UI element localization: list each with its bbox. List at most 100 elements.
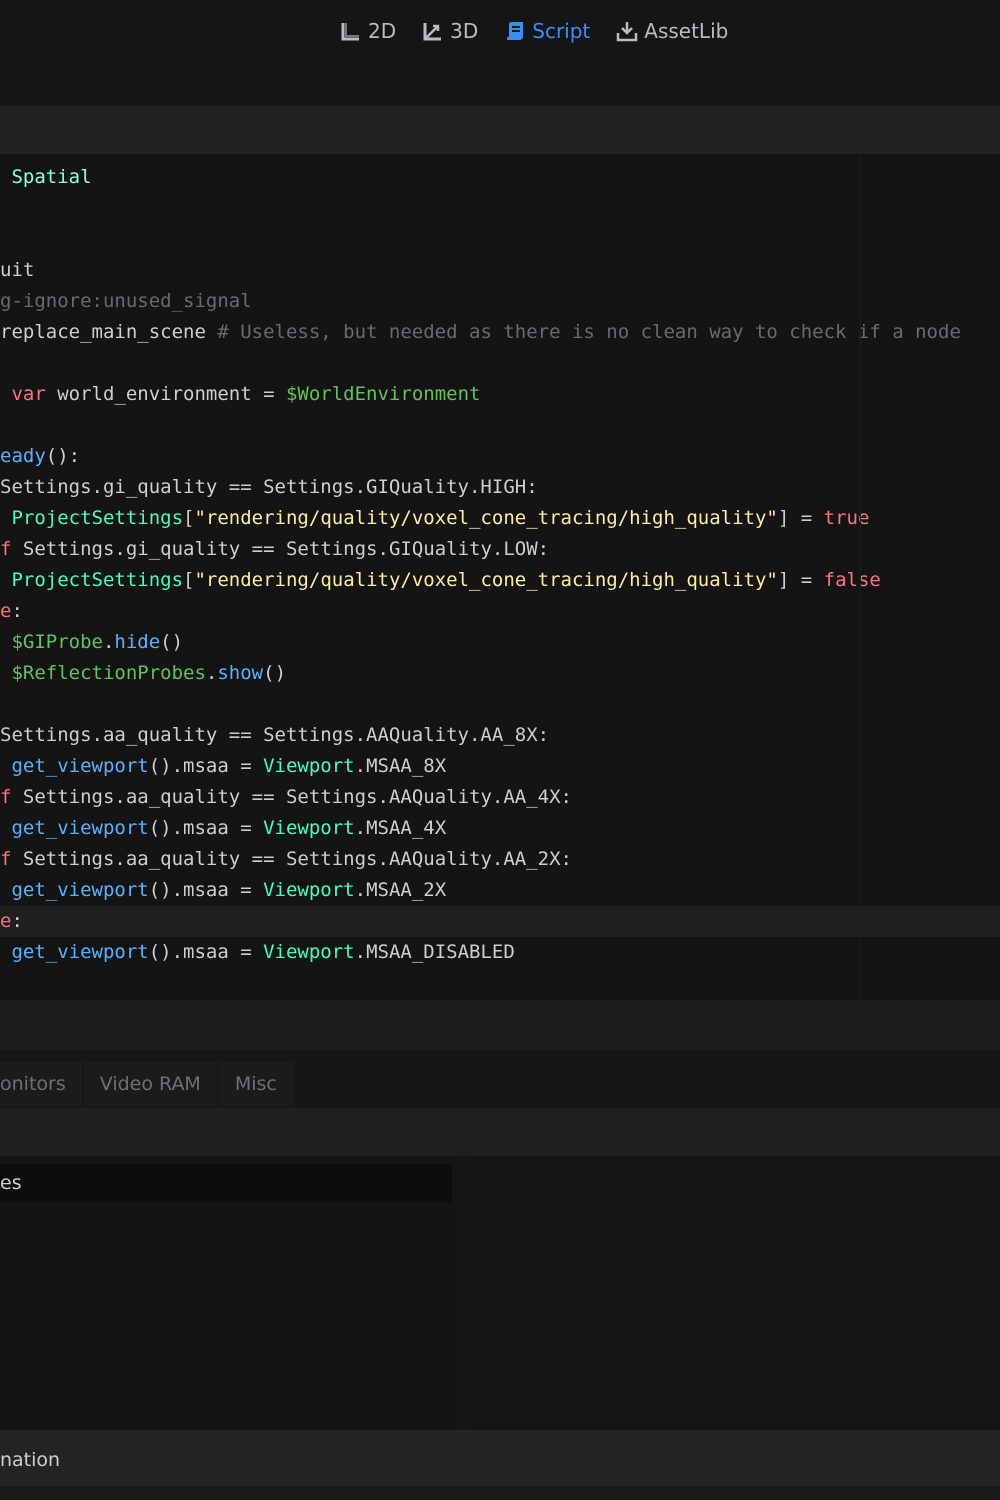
code-token: hide — [114, 631, 161, 653]
code-token: world_environment = — [45, 383, 286, 405]
code-token: $GIProbe — [0, 631, 103, 653]
code-line[interactable]: get_viewport().msaa = Viewport.MSAA_4X — [0, 813, 1000, 844]
code-token: $WorldEnvironment — [285, 383, 481, 405]
code-line[interactable]: Settings.gi_quality == Settings.GIQualit… — [0, 472, 1000, 503]
code-token: ().msaa = — [148, 941, 264, 963]
mode-2d-button[interactable]: 2D — [340, 19, 396, 43]
code-token: ] = — [777, 507, 824, 529]
code-line[interactable]: $GIProbe.hide() — [0, 627, 1000, 658]
animation-panel-button[interactable]: nation — [0, 1449, 60, 1471]
mode-assetlib-label: AssetLib — [644, 19, 729, 43]
code-token: uit — [0, 259, 35, 281]
tab-video-ram[interactable]: Video RAM — [83, 1062, 217, 1106]
code-line[interactable]: Settings.aa_quality == Settings.AAQualit… — [0, 720, 1000, 751]
code-token: Viewport — [263, 941, 355, 963]
2d-viewport-icon — [340, 20, 362, 42]
code-token: "rendering/quality/voxel_cone_tracing/hi… — [194, 569, 778, 591]
code-token: Viewport — [263, 817, 355, 839]
script-icon — [504, 20, 526, 42]
code-line[interactable]: ProjectSettings["rendering/quality/voxel… — [0, 503, 1000, 534]
code-token: [ — [183, 569, 195, 591]
code-line[interactable]: f Settings.gi_quality == Settings.GIQual… — [0, 534, 1000, 565]
code-line[interactable] — [0, 193, 1000, 224]
editor-status-bar — [0, 1000, 1000, 1050]
code-line[interactable]: $ReflectionProbes.show() — [0, 658, 1000, 689]
code-line[interactable]: ProjectSettings["rendering/quality/voxel… — [0, 565, 1000, 596]
code-token: f — [0, 848, 12, 870]
monitors-tree: es — [0, 1158, 458, 1428]
code-token: false — [823, 569, 881, 591]
code-token: # Useless, but needed as there is no cle… — [217, 321, 961, 343]
code-token: f — [0, 786, 12, 808]
code-token: : — [11, 600, 23, 622]
code-token: ().msaa = — [148, 755, 264, 777]
code-token: ProjectSettings — [0, 507, 184, 529]
tab-misc[interactable]: Misc — [218, 1062, 293, 1106]
code-token: var — [0, 383, 46, 405]
bottom-strip — [0, 1486, 1000, 1500]
code-token: .MSAA_8X — [354, 755, 447, 777]
mode-assetlib-button[interactable]: AssetLib — [616, 19, 728, 43]
code-line[interactable]: uit — [0, 255, 1000, 286]
code-token: get_viewport — [0, 817, 149, 839]
debugger-toolbar — [0, 1108, 1000, 1156]
code-token: g-ignore:unused_signal — [0, 290, 252, 312]
code-token: () — [263, 662, 287, 684]
code-token: . — [102, 631, 115, 653]
code-line[interactable] — [0, 348, 1000, 379]
code-line[interactable]: get_viewport().msaa = Viewport.MSAA_DISA… — [0, 937, 1000, 968]
code-token: true — [823, 507, 870, 529]
editor-top-bar: 2D 3D Script AssetLib — [0, 0, 1000, 62]
code-line[interactable]: f Settings.aa_quality == Settings.AAQual… — [0, 782, 1000, 813]
3d-viewport-icon — [422, 20, 444, 42]
code-line[interactable]: var world_environment = $WorldEnvironmen… — [0, 379, 1000, 410]
code-line[interactable]: f Settings.aa_quality == Settings.AAQual… — [0, 844, 1000, 875]
code-token: Settings.aa_quality == Settings.AAQualit… — [11, 848, 572, 870]
code-token: e — [0, 910, 12, 932]
bottom-panel-button-bar: nation — [0, 1430, 1000, 1486]
monitor-graph-area — [468, 1158, 1000, 1428]
code-line[interactable]: g-ignore:unused_signal — [0, 286, 1000, 317]
script-editor-header — [0, 106, 1000, 154]
code-line[interactable] — [0, 224, 1000, 255]
code-token: Settings.gi_quality == Settings.GIQualit… — [0, 476, 538, 498]
code-token: . — [205, 662, 218, 684]
mode-script-label: Script — [532, 19, 591, 43]
code-token: (): — [45, 445, 81, 467]
mode-script-button[interactable]: Script — [504, 19, 590, 43]
code-line[interactable]: get_viewport().msaa = Viewport.MSAA_2X — [0, 875, 1000, 906]
code-line[interactable]: e: — [0, 596, 1000, 627]
code-line[interactable]: Spatial — [0, 162, 1000, 193]
code-line[interactable]: e: — [0, 906, 1000, 937]
code-token: $ReflectionProbes — [0, 662, 206, 684]
code-token: ProjectSettings — [0, 569, 184, 591]
code-token: .MSAA_2X — [354, 879, 447, 901]
code-token: get_viewport — [0, 941, 149, 963]
code-line[interactable] — [0, 410, 1000, 441]
code-token: f — [0, 538, 12, 560]
code-token: show — [217, 662, 264, 684]
mode-3d-label: 3D — [450, 19, 479, 43]
code-token: e — [0, 600, 12, 622]
code-line[interactable]: eady(): — [0, 441, 1000, 472]
code-token: replace_main_scene — [0, 321, 218, 343]
code-token: get_viewport — [0, 879, 149, 901]
code-token: ().msaa = — [148, 817, 264, 839]
code-token: ().msaa = — [148, 879, 264, 901]
code-editor[interactable]: Spatial uit g-ignore:unused_signal replace_… — [0, 154, 1000, 1000]
code-token: Settings.gi_quality == Settings.GIQualit… — [11, 538, 550, 560]
code-line[interactable]: get_viewport().msaa = Viewport.MSAA_8X — [0, 751, 1000, 782]
mode-2d-label: 2D — [368, 19, 397, 43]
debugger-tabs: onitors Video RAM Misc — [0, 1062, 295, 1106]
mode-3d-button[interactable]: 3D — [422, 19, 478, 43]
code-token: "rendering/quality/voxel_cone_tracing/hi… — [194, 507, 778, 529]
code-line[interactable] — [0, 689, 1000, 720]
code-token: : — [11, 910, 23, 932]
tab-monitors[interactable]: onitors — [0, 1062, 82, 1106]
code-token: Settings.aa_quality == Settings.AAQualit… — [11, 786, 572, 808]
code-token: eady — [0, 445, 46, 467]
code-line[interactable]: replace_main_scene # Useless, but needed… — [0, 317, 1000, 348]
tree-row-selected[interactable]: es — [0, 1164, 452, 1202]
code-token: Viewport — [263, 879, 355, 901]
code-token: Settings.aa_quality == Settings.AAQualit… — [0, 724, 550, 746]
